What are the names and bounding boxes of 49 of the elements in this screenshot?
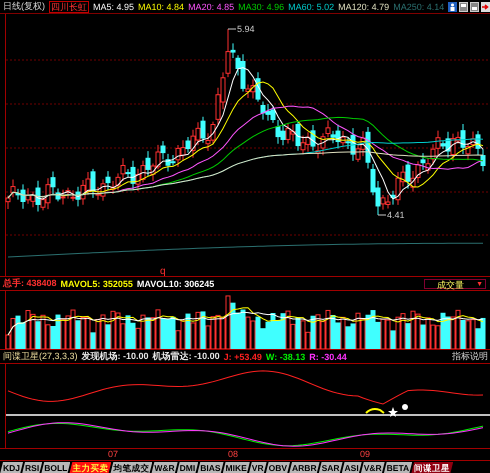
indicator-tab[interactable]: 主力买卖 (69, 462, 112, 473)
axis-label: 07 (108, 449, 118, 459)
moving-average-value: MA120: 4.79 (338, 2, 390, 12)
axis-label: 09 (360, 449, 370, 459)
stock-name: 四川长虹 (49, 0, 89, 12)
marker-label: q (160, 266, 166, 276)
indicator-tab[interactable]: OBV (266, 462, 290, 473)
window-icon[interactable] (459, 2, 468, 12)
indicator-tab[interactable]: BIAS (197, 462, 224, 473)
volume-value: MAVOL5: 352055 (60, 278, 133, 288)
indicator-tab[interactable]: VR (248, 462, 267, 473)
low-price-label: 4.41 (378, 210, 405, 220)
indicator-value: R: -30.44 (309, 352, 347, 362)
period-label: 日线(复权) (3, 0, 45, 13)
window-icon[interactable] (470, 2, 480, 12)
indicator-tab[interactable]: 间谍卫星 (411, 462, 454, 473)
indicator-tab[interactable]: BETA (384, 462, 412, 473)
moving-average-value: MA20: 4.85 (188, 2, 234, 12)
indicator-tab[interactable]: KDJ (0, 462, 24, 473)
indicator-tab[interactable]: BOLL (41, 462, 70, 473)
indicator-tab[interactable]: SAR (318, 462, 343, 473)
indicator-tab[interactable]: V&R (360, 462, 385, 473)
indicator-tab[interactable]: W&R (151, 462, 178, 473)
moving-average-value: MA60: 5.02 (288, 2, 334, 12)
indicator-tab[interactable]: RSI (22, 462, 42, 473)
indicator-value: 机场雷达: -10.00 (152, 350, 220, 363)
indicator-name: 间谍卫星(27,3,3,3) (3, 350, 78, 363)
moving-average-value: MA10: 4.84 (138, 2, 184, 12)
axis-label: 08 (228, 449, 238, 459)
dot-icon (402, 404, 408, 410)
volume-value: 总手: 438408 (3, 277, 57, 290)
volume-value: MAVOL10: 306245 (136, 278, 214, 288)
indicator-value: J: +53.49 (224, 352, 262, 362)
indicator-tab[interactable]: 均笔成交 (110, 462, 152, 473)
signal-mark-icon (365, 408, 385, 414)
moving-average-value: MA5: 4.95 (93, 2, 134, 12)
star-icon (388, 407, 398, 417)
indicator-tab[interactable]: DMI (176, 462, 198, 473)
indicator-tab[interactable]: MIKE (222, 462, 250, 473)
person-icon[interactable] (448, 2, 458, 12)
indicator-help-link[interactable]: 指标说明 (452, 350, 488, 363)
high-price-label: 5.94 (228, 24, 255, 34)
indicator-value: 发现机场: -10.00 (82, 350, 149, 363)
exit-icon[interactable] (481, 2, 490, 12)
moving-average-value: MA250: 4.14 (393, 2, 444, 12)
indicator-tab[interactable]: ASI (342, 462, 362, 473)
indicator-tab[interactable]: ARBR (289, 462, 320, 473)
moving-average-value: MA30: 4.96 (238, 2, 284, 12)
indicator-value: W: -38.13 (266, 352, 306, 362)
